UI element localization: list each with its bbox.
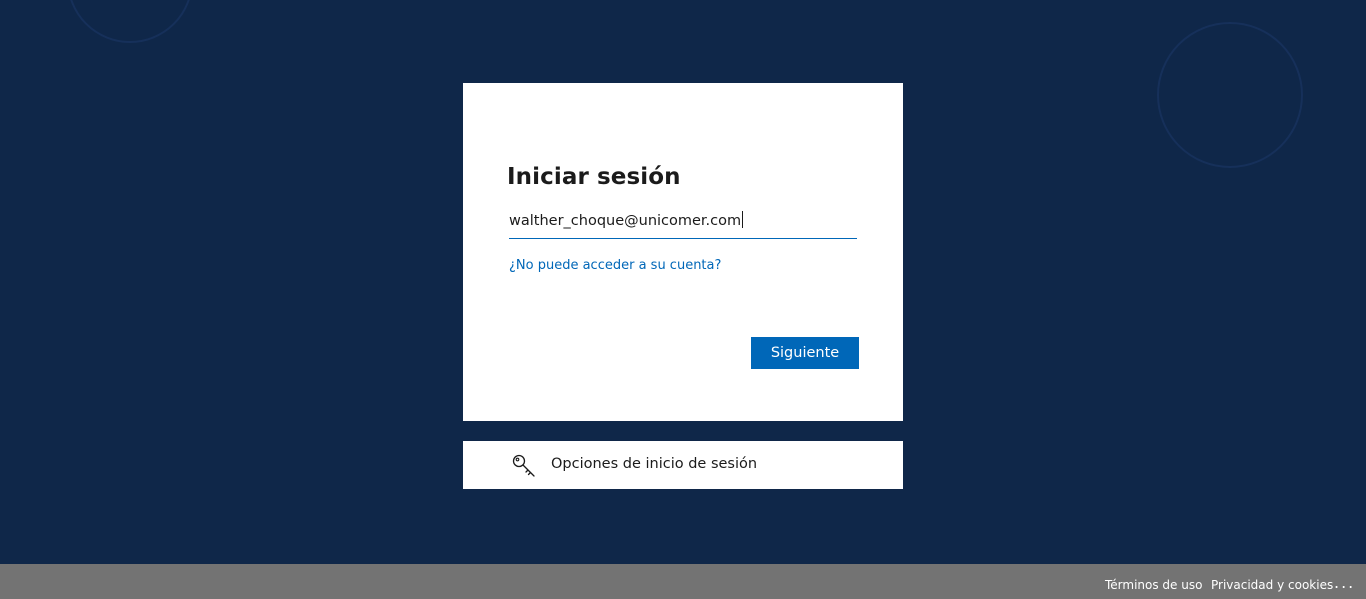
signin-options-button[interactable]: Opciones de inicio de sesión [463, 441, 903, 489]
next-button[interactable]: Siguiente [751, 337, 859, 369]
email-value[interactable]: walther_choque@unicomer.com [509, 211, 744, 229]
terms-of-use-link[interactable]: Términos de uso [1105, 578, 1202, 592]
key-icon [511, 453, 537, 479]
privacy-cookies-link[interactable]: Privacidad y cookies [1211, 578, 1333, 592]
signin-options-label: Opciones de inicio de sesión [551, 456, 758, 472]
cant-access-account-link[interactable]: ¿No puede acceder a su cuenta? [509, 258, 721, 273]
page-title: Iniciar sesión [507, 164, 681, 190]
more-options-icon[interactable]: ... [1334, 573, 1355, 592]
footer: Términos de uso Privacidad y cookies ... [0, 564, 1366, 599]
email-field[interactable]: walther_choque@unicomer.com [509, 205, 857, 239]
signin-card: Iniciar sesión walther_choque@unicomer.c… [463, 83, 903, 421]
text-caret [742, 211, 744, 228]
